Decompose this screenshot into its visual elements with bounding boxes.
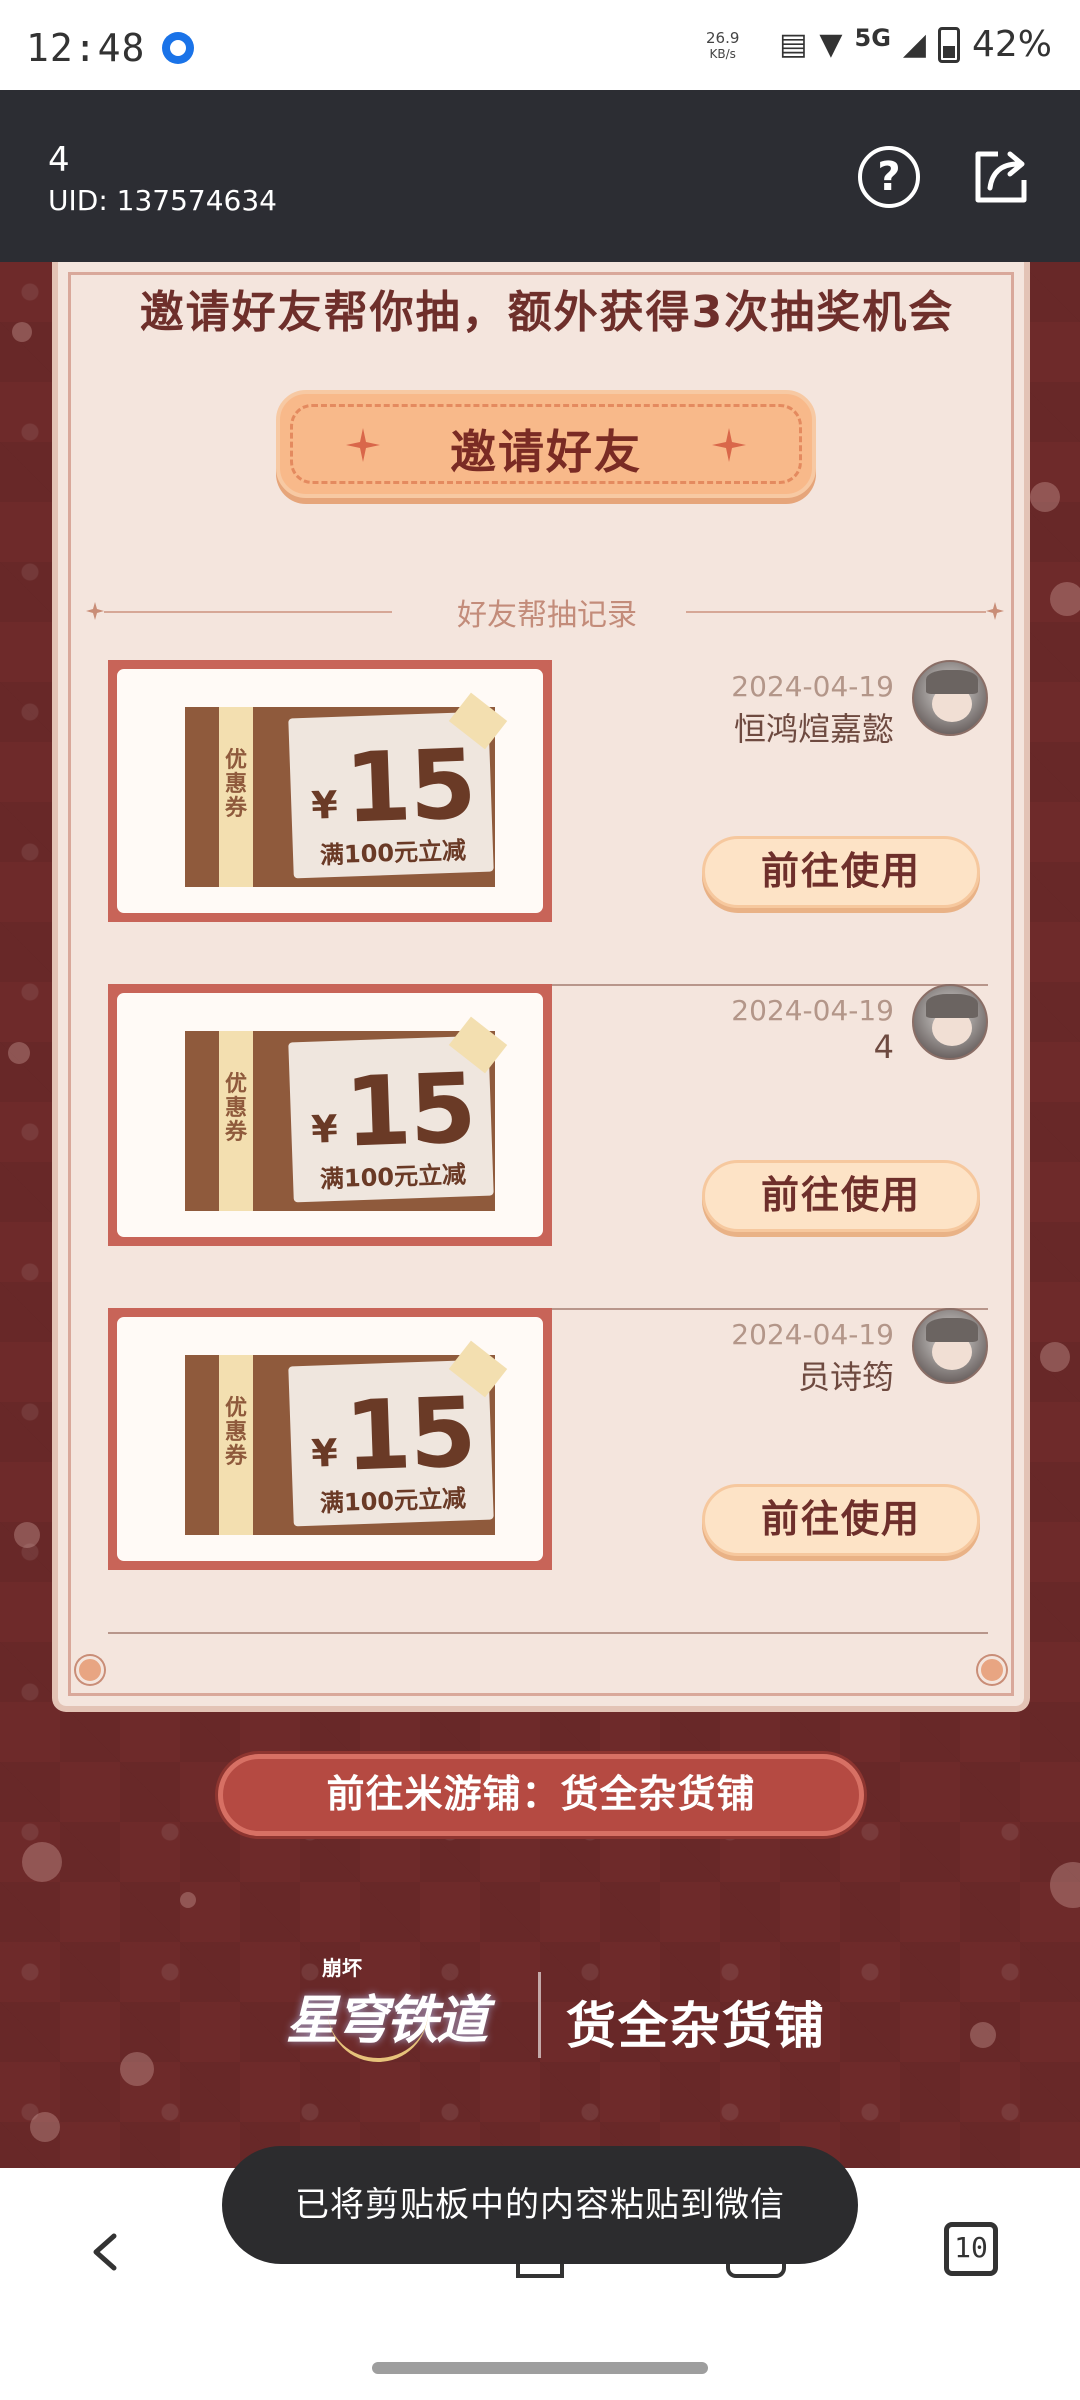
net-speed-value: 26.9 (706, 29, 740, 47)
record-date: 2024-04-19 (731, 994, 894, 1027)
use-coupon-button[interactable]: 前往使用 (702, 836, 980, 908)
sparkle-icon (712, 428, 746, 462)
bluetooth-icon: ▤ (779, 27, 808, 62)
coupon-amount: 15 (342, 1052, 477, 1169)
app-header: 4 UID: 137574634 ? (0, 90, 1080, 262)
record-row: 优惠券 ¥ 15 满100元立减 2024-04-19 员诗筠 前往使用 (108, 1308, 988, 1634)
record-date: 2024-04-19 (731, 670, 894, 703)
row-divider (108, 1632, 988, 1634)
go-to-shop-button[interactable]: 前往米游铺：货全杂货铺 (218, 1754, 864, 1836)
coupon-ticket: 优惠券 ¥ 15 满100元立减 (185, 1340, 508, 1535)
help-icon[interactable]: ? (858, 146, 920, 208)
wifi-icon: ▼ (819, 27, 843, 62)
corner-rivet (76, 1656, 104, 1684)
friend-name: 员诗筠 (797, 1358, 894, 1396)
status-bar: 12:48 26.9 KB/s ▤ ▼ 5G ◢ 42% (0, 0, 1080, 90)
net-speed: 26.9 KB/s (706, 30, 739, 62)
home-icon[interactable] (516, 2264, 564, 2278)
gesture-home-bar[interactable] (372, 2362, 708, 2374)
coupon-card: 优惠券 ¥ 15 满100元立减 (108, 984, 552, 1246)
use-coupon-button[interactable]: 前往使用 (702, 1160, 980, 1232)
tabs-icon[interactable]: 10 (944, 2222, 998, 2276)
brand-divider (538, 1972, 541, 2058)
friend-avatar (912, 1308, 988, 1384)
coupon-condition: 满100元立减 (319, 836, 467, 870)
coupon-ticket: 优惠券 ¥ 15 满100元立减 (185, 1016, 508, 1211)
battery-icon (937, 26, 960, 63)
coupon-currency: ¥ (310, 782, 339, 828)
menu-icon[interactable] (726, 2264, 786, 2278)
user-uid: UID: 137574634 (48, 184, 277, 217)
notification-app-icon (162, 32, 194, 64)
signal-icon: ◢ (902, 27, 926, 62)
friend-name: 恒鸿煊嘉懿 (733, 710, 894, 748)
corner-rivet (978, 1656, 1006, 1684)
record-row: 优惠券 ¥ 15 满100元立减 2024-04-19 恒鸿煊嘉懿 前往使用 (108, 660, 988, 986)
network-type: 5G (854, 23, 891, 52)
shop-brand-name: 货全杂货铺 (566, 1997, 826, 2055)
record-date: 2024-04-19 (731, 1318, 894, 1351)
friend-avatar (912, 984, 988, 1060)
coupon-currency: ¥ (310, 1106, 339, 1152)
status-indicators: ▤ ▼ 5G ◢ 42% (779, 23, 1052, 66)
coupon-stub-label: 优惠券 (224, 1072, 247, 1145)
coupon-amount: 15 (342, 728, 477, 845)
coupon-stub-label: 优惠券 (224, 748, 247, 821)
user-name: 4 (48, 140, 70, 180)
coupon-stub-label: 优惠券 (224, 1396, 247, 1469)
invite-headline: 邀请好友帮你抽，额外获得3次抽奖机会 (139, 287, 955, 338)
invite-friends-button[interactable]: 邀请好友 (276, 390, 816, 498)
net-speed-unit: KB/s (709, 47, 736, 61)
coupon-condition: 满100元立减 (319, 1160, 467, 1194)
invite-card: 邀请好友帮你抽，额外获得3次抽奖机会 邀请好友 好友帮抽记录 优惠券 ¥ 15 … (52, 262, 1030, 1712)
friend-avatar (912, 660, 988, 736)
friend-name: 4 (873, 1028, 894, 1066)
divider-ornament (986, 602, 1004, 620)
back-icon[interactable] (86, 2232, 126, 2272)
coupon-currency: ¥ (310, 1430, 339, 1476)
game-logo: 崩坏 星穹铁道 (268, 1952, 508, 2062)
divider-line (686, 611, 986, 613)
coupon-card: 优惠券 ¥ 15 满100元立减 (108, 1308, 552, 1570)
battery-percent: 42% (971, 24, 1052, 65)
coupon-condition: 满100元立减 (319, 1484, 467, 1518)
record-row: 优惠券 ¥ 15 满100元立减 2024-04-19 4 前往使用 (108, 984, 988, 1310)
coupon-amount: 15 (342, 1376, 477, 1493)
use-coupon-button[interactable]: 前往使用 (702, 1484, 980, 1556)
coupon-card: 优惠券 ¥ 15 满100元立减 (108, 660, 552, 922)
status-time: 12:48 (26, 26, 146, 70)
share-icon[interactable] (968, 144, 1034, 210)
toast-message: 已将剪贴板中的内容粘贴到微信 (222, 2146, 858, 2264)
coupon-ticket: 优惠券 ¥ 15 满100元立减 (185, 692, 508, 887)
game-logo-small: 崩坏 (322, 1956, 362, 1980)
